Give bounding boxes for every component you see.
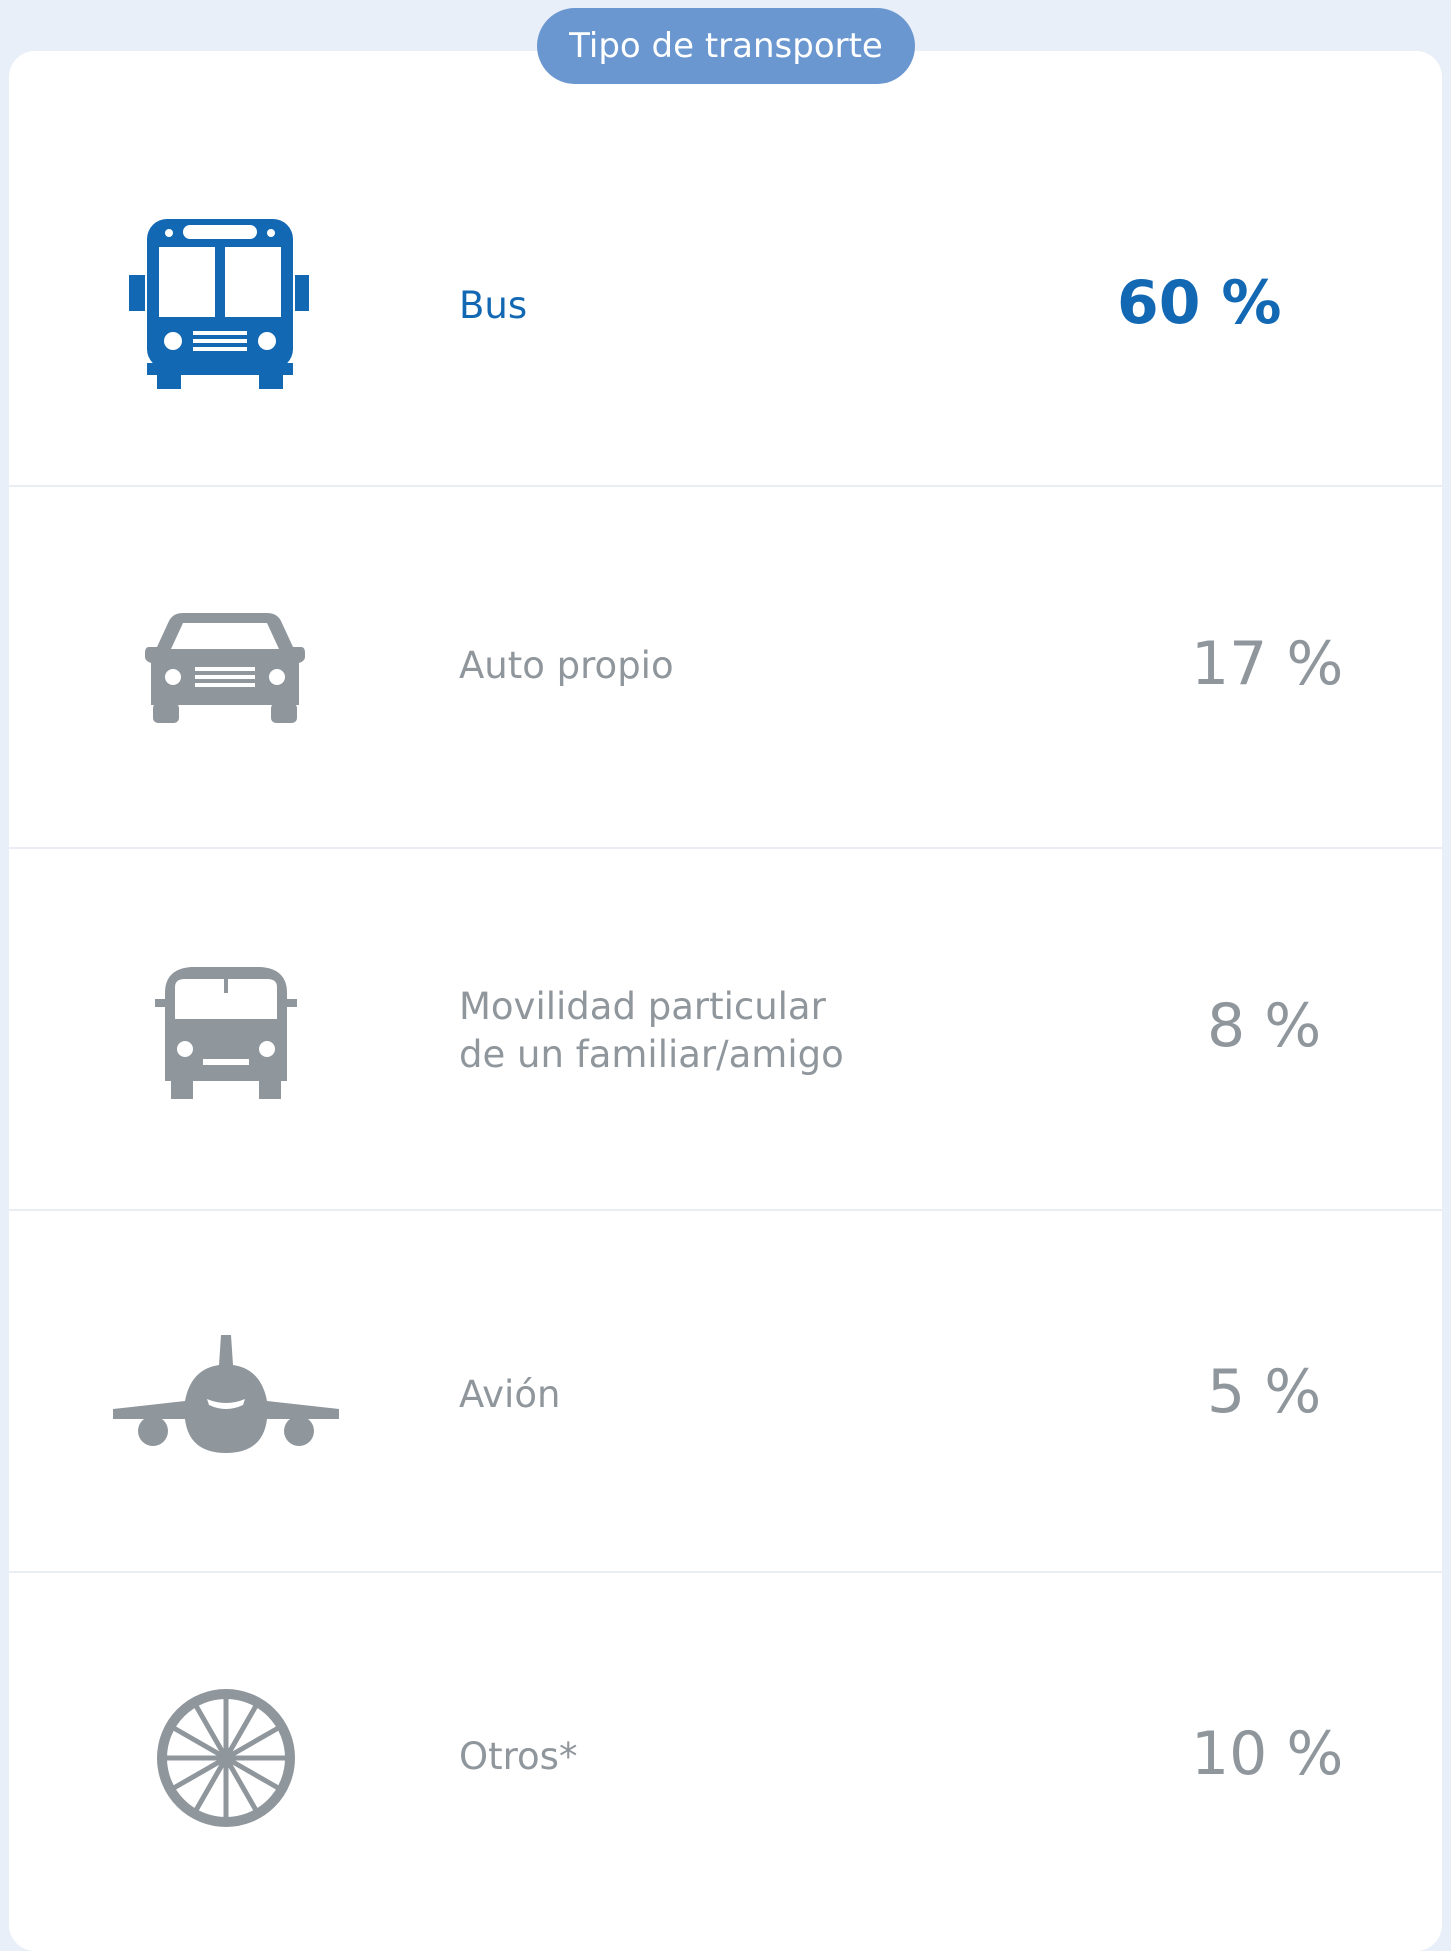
wheel-icon [156, 1688, 296, 1828]
van-icon [151, 963, 301, 1103]
row-label-movilidad-line2: de un familiar/amigo [459, 1033, 844, 1076]
bus-icon [129, 217, 309, 393]
table-row-otros: Otros* 10 % [9, 1573, 1442, 1935]
row-value-bus: 60 % [1117, 268, 1282, 338]
row-label-auto-propio: Auto propio [459, 644, 674, 687]
row-label-movilidad-line1: Movilidad particular [459, 985, 826, 1028]
section-title-pill: Tipo de transporte [537, 8, 915, 84]
row-label-otros: Otros* [459, 1735, 578, 1778]
row-value-auto-propio: 17 % [1191, 629, 1344, 699]
table-row-avion: Avión 5 % [9, 1211, 1442, 1573]
row-label-avion: Avión [459, 1373, 561, 1416]
row-value-avion: 5 % [1207, 1357, 1322, 1427]
row-value-movilidad: 8 % [1207, 991, 1322, 1061]
car-icon [143, 609, 307, 725]
row-label-bus: Bus [459, 284, 528, 327]
row-value-otros: 10 % [1191, 1719, 1344, 1789]
row-label-movilidad: Movilidad particular de un familiar/amig… [459, 983, 844, 1079]
table-row-movilidad: Movilidad particular de un familiar/amig… [9, 849, 1442, 1211]
table-row-auto-propio: Auto propio 17 % [9, 487, 1442, 849]
airplane-icon [111, 1335, 341, 1455]
table-row-bus: Bus 60 % [9, 125, 1442, 487]
